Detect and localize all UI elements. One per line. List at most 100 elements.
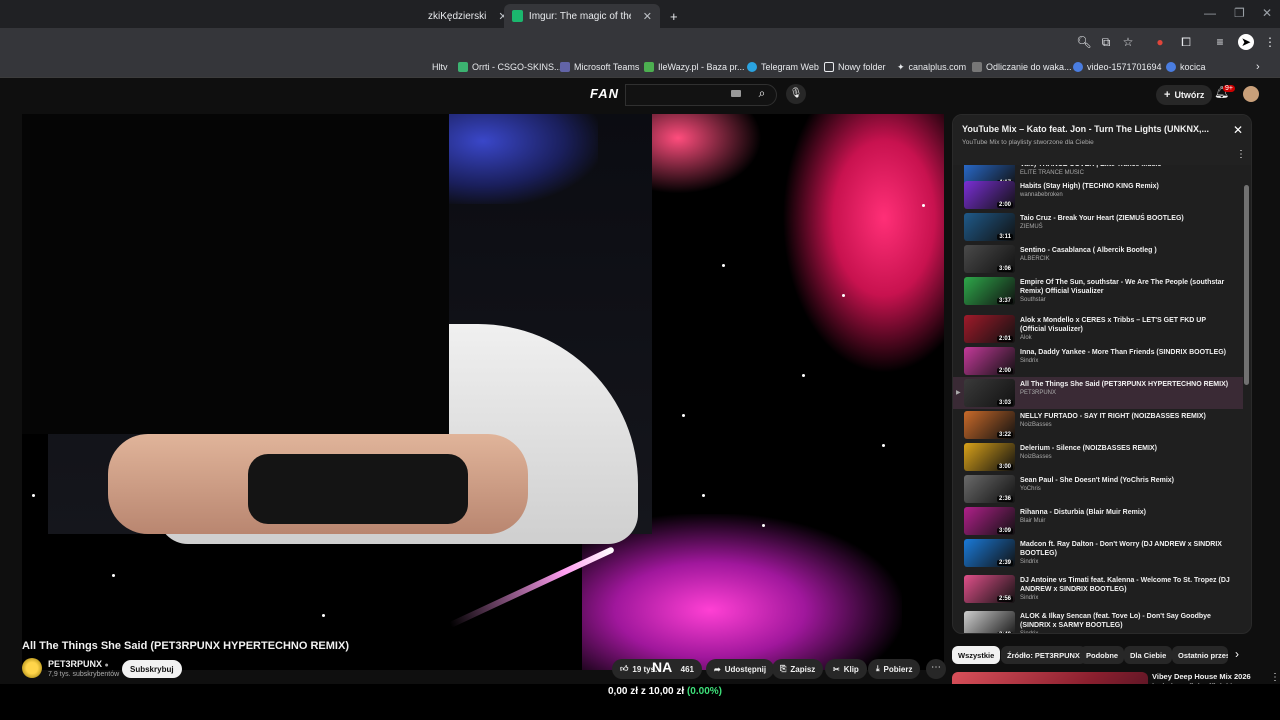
- duration-badge: 3:00: [996, 464, 1013, 470]
- playlist-item[interactable]: 2:00 Inna, Daddy Yankee - More Than Frien…: [953, 345, 1243, 377]
- playlist-thumbnail: 2:00: [964, 181, 1015, 209]
- more-actions-icon[interactable]: ⋯: [926, 659, 946, 679]
- playlist-item-channel: wannabebroken: [1020, 192, 1063, 198]
- playlist-thumbnail: 3:09: [964, 507, 1015, 535]
- channel-name[interactable]: PET3RPUNX ●: [48, 659, 109, 669]
- maximize-icon[interactable]: ❐: [1234, 6, 1245, 20]
- playlist-thumbnail: 2:00: [964, 347, 1015, 375]
- bookmark-item[interactable]: Hltv: [432, 60, 448, 74]
- star-graphic: [682, 414, 685, 417]
- duration-badge: 2:00: [996, 202, 1013, 208]
- bookmark-item[interactable]: Orrti - CSGO-SKINS...: [458, 60, 562, 74]
- microphone-icon[interactable]: 🎙︎: [786, 84, 806, 104]
- bookmark-item[interactable]: Microsoft Teams: [560, 60, 639, 74]
- bookmark-item[interactable]: video-1571701694: [1073, 60, 1162, 74]
- scrollbar[interactable]: [1244, 185, 1249, 385]
- close-icon[interactable]: ✕: [1233, 123, 1243, 137]
- chevron-right-icon[interactable]: ›: [1235, 647, 1239, 661]
- duration-badge: 2:01: [996, 336, 1013, 342]
- browser-tab-bar: zkiKędzierski ✕ Imgur: The magic of the …: [0, 0, 1280, 28]
- save-button[interactable]: ⎘ Zapisz: [772, 659, 824, 679]
- chip-all[interactable]: Wszystkie: [952, 646, 1001, 664]
- new-tab-button[interactable]: +: [662, 4, 686, 28]
- install-app-icon[interactable]: ⧉: [1098, 34, 1114, 50]
- chip-source[interactable]: Źródło: PET3RPUNX: [1001, 646, 1086, 664]
- download-button[interactable]: ⤓ Pobierz: [868, 659, 921, 679]
- playlist-item[interactable]: 2:36 Sean Paul - She Doesn't Mind (YoChri…: [953, 473, 1243, 505]
- playlist-item[interactable]: 2:39 Madcon ft. Ray Dalton - Don't Worry …: [953, 537, 1243, 569]
- bookmark-item[interactable]: IleWazy.pl - Baza pr...: [644, 60, 745, 74]
- chip-related[interactable]: Podobne: [1080, 646, 1125, 664]
- bookmark-label: IleWazy.pl - Baza pr...: [658, 62, 745, 72]
- playlist-item[interactable]: 2:56 DJ Antoine vs Timati feat. Kalenna -…: [953, 573, 1243, 605]
- clip-button[interactable]: ✂ Klip: [825, 659, 867, 679]
- bookmark-item[interactable]: ✦ canalplus.com: [897, 60, 966, 74]
- chevron-right-icon[interactable]: ›: [1256, 60, 1260, 74]
- keyboard-icon[interactable]: [731, 90, 741, 97]
- playlist-title[interactable]: YouTube Mix – Kato feat. Jon - Turn The …: [962, 124, 1224, 134]
- playlist-item[interactable]: 2:01 Alok x Mondello x CERES x Tribbs – L…: [953, 313, 1243, 345]
- profile-icon[interactable]: ➤: [1238, 34, 1254, 50]
- more-vert-icon[interactable]: ⋮: [1270, 672, 1280, 683]
- duration-badge: 3:22: [996, 432, 1013, 438]
- playlist-thumbnail: 2:01: [964, 315, 1015, 343]
- playlist-item[interactable]: 3:37 Empire Of The Sun, southstar - We Ar…: [953, 275, 1243, 307]
- playlist-item[interactable]: 3:09 Rihanna - Disturbia (Blair Muir Remi…: [953, 505, 1243, 537]
- star-graphic: [322, 614, 325, 617]
- folder-icon: [824, 62, 834, 72]
- extensions-puzzle-icon[interactable]: ⧠: [1178, 34, 1194, 50]
- browser-tab[interactable]: zkiKędzierski ✕: [420, 4, 516, 28]
- playlist-item[interactable]: 3:11 Taio Cruz - Break Your Heart (ZIEMUŚ…: [953, 211, 1243, 243]
- bookmark-star-icon[interactable]: ☆: [1120, 34, 1136, 50]
- playlist-thumbnail: 3:06: [964, 245, 1015, 273]
- bookmark-item[interactable]: kocica: [1166, 60, 1206, 74]
- bookmark-label: Nowy folder: [838, 62, 886, 72]
- star-graphic: [762, 524, 765, 527]
- playlist-thumbnail: 3:22: [964, 411, 1015, 439]
- playlist-item[interactable]: ▶ 3:03 All The Things She Said (PET3RPUNX …: [953, 377, 1243, 409]
- playlist-item-title: Delerium - Silence (NOIZBASSES REMIX): [1020, 445, 1157, 452]
- playlist-item[interactable]: 2:40 ALOK & Ilkay Sencan (feat. Tove Lo) …: [953, 609, 1243, 633]
- media-controls-icon[interactable]: ≡: [1212, 34, 1228, 50]
- playlist-item[interactable]: 3:00 Delerium - Silence (NOIZBASSES REMIX…: [953, 441, 1243, 473]
- chip-recent[interactable]: Ostatnio przes: [1172, 646, 1228, 664]
- star-graphic: [882, 444, 885, 447]
- extension-icon[interactable]: ●: [1152, 34, 1168, 50]
- close-icon[interactable]: ✕: [643, 10, 652, 23]
- playlist-item[interactable]: 2:00 Habits (Stay High) (TECHNO KING Remi…: [953, 179, 1243, 211]
- playlist-item-channel: PET3RPUNX: [1020, 390, 1057, 396]
- more-vert-icon[interactable]: ⋮: [1236, 149, 1246, 160]
- playlist-thumbnail: 2:36: [964, 475, 1015, 503]
- playlist-item[interactable]: 3:06 Sentino - Casablanca ( Albercik Boot…: [953, 243, 1243, 275]
- playlist-item[interactable]: 3:22 NELLY FURTADO - SAY IT RIGHT (NOIZBA…: [953, 409, 1243, 441]
- browser-tab-active[interactable]: Imgur: The magic of the Interne ✕: [504, 4, 660, 28]
- zoom-icon[interactable]: 🔍︎: [1076, 34, 1092, 50]
- share-label: Udostępnij: [724, 664, 767, 674]
- save-label: Zapisz: [790, 664, 816, 674]
- browser-menu-icon[interactable]: ⋮: [1262, 34, 1278, 50]
- search-icon[interactable]: ⌕: [752, 86, 772, 104]
- logo[interactable]: FAN: [590, 86, 619, 101]
- thumbs-up-icon[interactable]: 👍︎: [620, 664, 628, 674]
- dislike-count[interactable]: 461: [681, 665, 694, 674]
- channel-avatar[interactable]: [22, 658, 42, 678]
- create-button[interactable]: + Utwórz: [1156, 85, 1213, 105]
- bookmark-item[interactable]: Telegram Web: [747, 60, 819, 74]
- bookmark-folder[interactable]: Nowy folder: [824, 60, 886, 74]
- bookmark-item[interactable]: Odliczanie do waka...: [972, 60, 1072, 74]
- playlist-subtitle: YouTube Mix to playlisty stworzone dla C…: [962, 139, 1094, 146]
- imgur-favicon-icon: [512, 10, 523, 22]
- scissors-icon: ✂: [833, 664, 840, 674]
- avatar[interactable]: [1243, 86, 1259, 102]
- share-button[interactable]: ➦ Udostępnij: [706, 659, 775, 679]
- chip-for-you[interactable]: Dla Ciebie: [1124, 646, 1173, 664]
- playlist-item-channel: ALBERCIK: [1020, 256, 1050, 262]
- subscribe-button[interactable]: Subskrybuj: [122, 660, 182, 678]
- playlist-thumbnail: 2:56: [964, 575, 1015, 603]
- minimize-icon[interactable]: —: [1204, 6, 1216, 20]
- duration-badge: 2:00: [996, 368, 1013, 374]
- teams-icon: [560, 62, 570, 72]
- close-window-icon[interactable]: ✕: [1262, 6, 1272, 20]
- playlist-item-title: ALOK & Ilkay Sencan (feat. Tove Lo) - Do…: [1020, 613, 1211, 629]
- video-player[interactable]: [22, 114, 944, 670]
